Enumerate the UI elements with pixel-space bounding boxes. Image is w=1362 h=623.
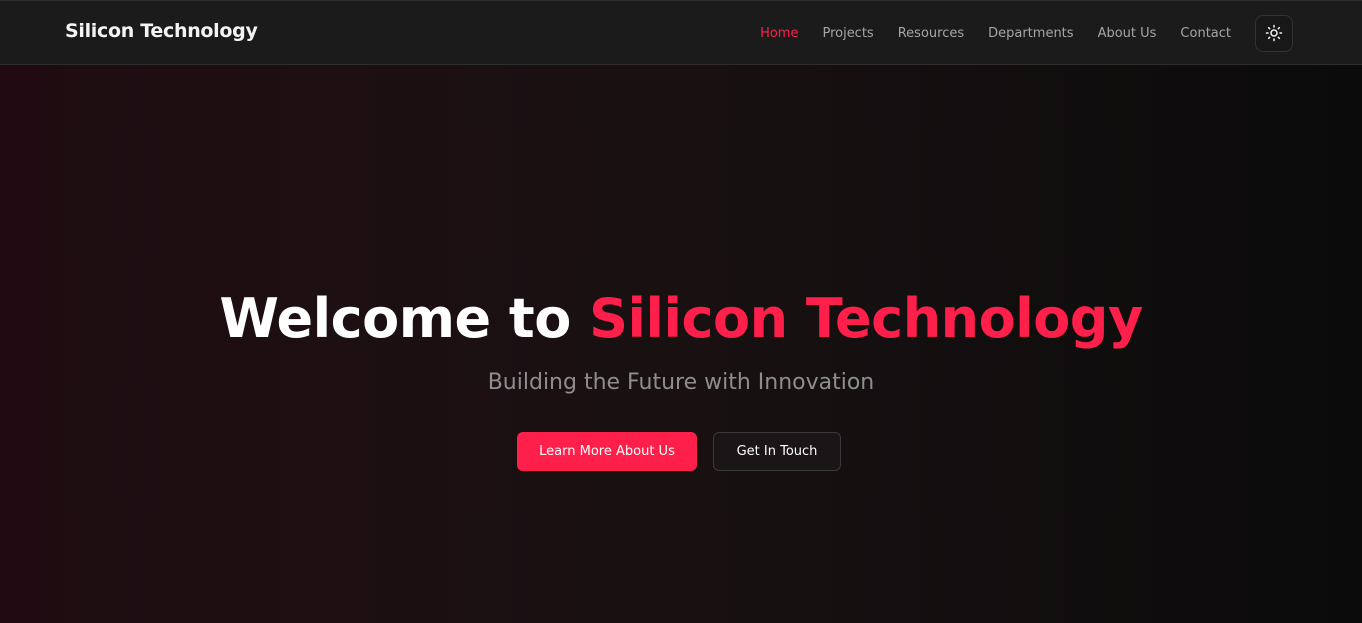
- navbar: Silicon Technology Home Projects Resourc…: [0, 0, 1362, 65]
- nav-link-home[interactable]: Home: [760, 26, 798, 41]
- learn-more-button[interactable]: Learn More About Us: [517, 432, 697, 471]
- nav-link-contact[interactable]: Contact: [1180, 26, 1231, 41]
- hero-subtitle: Building the Future with Innovation: [487, 370, 875, 395]
- hero-title-highlight: Silicon Technology: [589, 287, 1143, 350]
- hero-section: Welcome to Silicon Technology Building t…: [0, 65, 1362, 623]
- nav-link-departments[interactable]: Departments: [988, 26, 1073, 41]
- hero-title-prefix: Welcome to: [219, 287, 571, 350]
- sun-icon: [1265, 24, 1283, 42]
- get-in-touch-button[interactable]: Get In Touch: [713, 432, 841, 471]
- hero-title: Welcome to Silicon Technology: [0, 287, 1362, 350]
- nav-link-resources[interactable]: Resources: [898, 26, 964, 41]
- nav-links: Home Projects Resources Departments Abou…: [760, 1, 1362, 65]
- brand-logo[interactable]: Silicon Technology: [65, 20, 258, 42]
- theme-toggle-button[interactable]: [1255, 14, 1293, 52]
- nav-link-about-us[interactable]: About Us: [1098, 26, 1157, 41]
- nav-link-projects[interactable]: Projects: [822, 26, 873, 41]
